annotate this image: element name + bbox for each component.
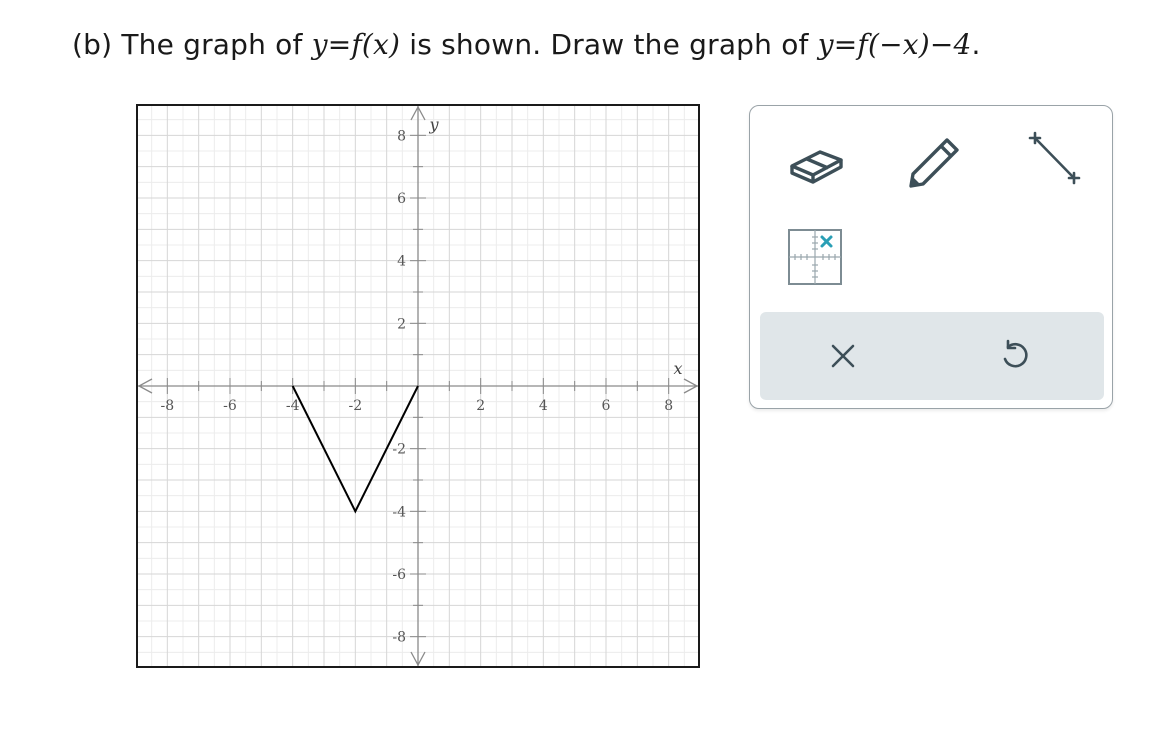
- point-tool[interactable]: [782, 228, 846, 288]
- eraser-icon: [790, 150, 843, 184]
- y-tick-label: 8: [397, 128, 406, 144]
- y-tick-label: 6: [397, 191, 406, 207]
- prompt-text-1: The graph of: [121, 28, 303, 61]
- y-tick-label: 2: [397, 316, 406, 332]
- prompt-end: .: [971, 28, 981, 61]
- x-tick-label: -4: [286, 398, 300, 414]
- question-prompt: (b) The graph of y=f(x) is shown. Draw t…: [72, 28, 981, 61]
- pencil-icon: [909, 138, 959, 188]
- y-tick-label: -8: [392, 630, 406, 646]
- y-tick-label: 4: [397, 254, 406, 270]
- graphing-area[interactable]: -8 -6 -4 -2 2 4 6 8 8 6 4 2 -2 -4 -6 -8 x y: [136, 104, 700, 668]
- action-bar: [760, 312, 1104, 400]
- undo-button[interactable]: [988, 332, 1042, 380]
- coordinate-plane[interactable]: -8 -6 -4 -2 2 4 6 8 8 6 4 2 -2 -4 -6 -8 x y: [136, 104, 700, 668]
- given-function: y=f(x): [311, 28, 401, 61]
- line-segment-tool[interactable]: [1012, 126, 1092, 190]
- part-label: (b): [72, 28, 113, 61]
- clear-button[interactable]: [816, 332, 870, 380]
- eraser-tool[interactable]: [780, 134, 852, 190]
- x-tick-label: -2: [349, 398, 363, 414]
- y-tick-label: -2: [392, 442, 406, 458]
- grid-point-icon: [788, 229, 842, 285]
- x-tick-label: 8: [664, 398, 673, 414]
- y-tick-label: -4: [392, 504, 406, 520]
- x-tick-label: 6: [602, 398, 611, 414]
- y-tick-label: -6: [392, 567, 406, 583]
- prompt-text-2: is shown. Draw the graph of: [409, 28, 809, 61]
- x-axis-label: x: [673, 359, 682, 378]
- target-function: y=f(−x)−4: [817, 28, 972, 61]
- drawing-toolbox: [749, 105, 1113, 409]
- x-tick-label: 2: [476, 398, 485, 414]
- x-tick-label: 4: [539, 398, 548, 414]
- undo-icon: [1003, 339, 1028, 368]
- close-icon: [831, 344, 855, 368]
- x-tick-label: -8: [161, 398, 175, 414]
- line-segment-icon: [1028, 131, 1081, 185]
- y-axis-label: y: [428, 115, 439, 134]
- pencil-tool[interactable]: [898, 130, 970, 190]
- x-tick-label: -6: [223, 398, 237, 414]
- tick-labels: -8 -6 -4 -2 2 4 6 8 8 6 4 2 -2 -4 -6 -8 x y: [161, 115, 683, 646]
